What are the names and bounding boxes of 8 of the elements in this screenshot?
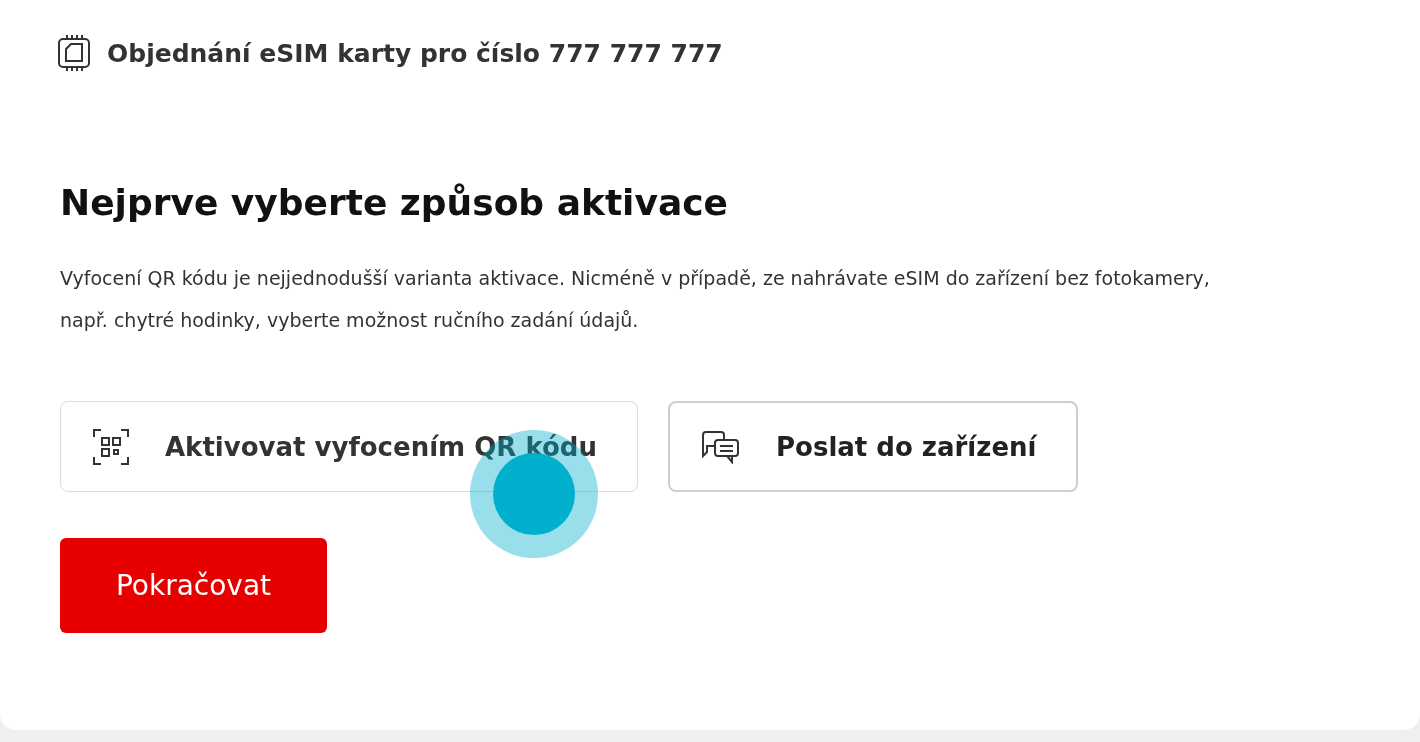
sim-card-icon bbox=[57, 34, 91, 72]
qr-code-icon bbox=[93, 428, 129, 465]
chat-icon bbox=[702, 429, 740, 464]
section-heading: Nejprve vyberte způsob aktivace bbox=[60, 182, 729, 223]
continue-button[interactable]: Pokračovat bbox=[60, 538, 327, 633]
activation-option-button[interactable]: Poslat do zařízení bbox=[668, 401, 1079, 492]
page-title: Objednání eSIM karty pro číslo 777 777 777 bbox=[107, 38, 723, 68]
description-text: Vyfocení QR kódu je nejjednodušší varianta aktivace. Nicméně v případě, ze nahrávate eSIM do zařízení bez fotokamery, např. chytré hodinky, vyberte možnost ručního zadání údajů. bbox=[60, 266, 1211, 333]
